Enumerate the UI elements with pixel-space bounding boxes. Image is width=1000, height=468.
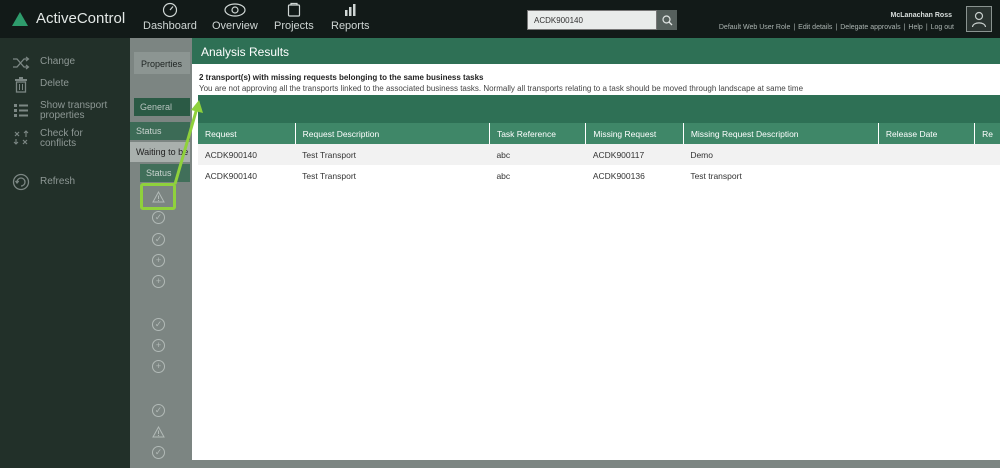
check-icon: ✓ <box>152 318 165 331</box>
trash-icon <box>15 77 27 93</box>
check-icon: ✓ <box>152 233 165 246</box>
nav-overview[interactable]: Overview <box>212 2 258 32</box>
user-icon <box>971 11 987 28</box>
cell-request: ACDK900140 <box>198 144 296 165</box>
nav-projects[interactable]: Projects <box>274 2 314 32</box>
link-separator: | <box>925 24 928 31</box>
cell-missing-request: ACDK900117 <box>585 144 684 165</box>
table-row[interactable]: ACDK900140 Test Transport abc ACDK900136… <box>198 165 1000 186</box>
cell-missing-request: ACDK900136 <box>585 165 684 186</box>
link-separator: | <box>793 24 796 31</box>
projects-icon <box>287 2 300 17</box>
warning-icon <box>152 425 165 438</box>
search-icon <box>661 14 672 25</box>
column-header-request[interactable]: Request <box>198 123 296 144</box>
cell-missing-request-description: Demo <box>683 144 879 165</box>
table-row[interactable]: ACDK900140 Test Transport abc ACDK900117… <box>198 144 1000 165</box>
cell-request: ACDK900140 <box>198 165 296 186</box>
results-table: Request Request Description Task Referen… <box>198 123 1000 186</box>
column-header-release-date[interactable]: Release Date <box>878 123 976 144</box>
logout-link[interactable]: Log out <box>931 24 954 31</box>
sidebar-item-label: Show transport properties <box>40 100 108 121</box>
help-link[interactable]: Help <box>908 24 922 31</box>
column-header-request-description[interactable]: Request Description <box>295 123 490 144</box>
plus-icon: + <box>152 275 165 288</box>
sidebar-item-label: Check for conflicts <box>40 128 83 149</box>
check-icon: ✓ <box>152 404 165 417</box>
cell-truncated <box>974 165 1000 186</box>
sidebar-item-show-transport-properties[interactable]: Show transport properties <box>12 101 122 121</box>
plus-icon: + <box>152 339 165 352</box>
cell-task-reference: abc <box>489 144 586 165</box>
dialog-title: Analysis Results <box>201 45 290 59</box>
list-icon <box>14 104 28 117</box>
edit-details-link[interactable]: Edit details <box>798 24 832 31</box>
user-links: Default Web User Role | Edit details | D… <box>719 24 954 31</box>
delegate-approvals-link[interactable]: Delegate approvals <box>840 24 900 31</box>
column-header-missing-request-description[interactable]: Missing Request Description <box>683 123 879 144</box>
logo[interactable]: ActiveControl <box>12 10 125 27</box>
cell-release-date <box>878 165 975 186</box>
sidebar-item-label: Change <box>40 56 76 67</box>
top-bar: ActiveControl Dashboard Overview Project… <box>0 0 1000 38</box>
properties-tab[interactable]: Properties <box>134 52 190 74</box>
conflicts-icon <box>13 130 29 145</box>
sidebar-item-delete[interactable]: Delete <box>12 76 69 94</box>
nav-projects-label: Projects <box>274 20 314 32</box>
cell-truncated <box>974 144 1000 165</box>
plus-icon: + <box>152 254 165 267</box>
nav-dashboard-label: Dashboard <box>143 20 197 32</box>
status-value: Waiting to be <box>130 142 190 162</box>
sidebar-item-change[interactable]: Change <box>12 54 75 72</box>
tab-general[interactable]: General <box>134 98 190 116</box>
column-header-truncated[interactable]: Re <box>974 123 1000 144</box>
sidebar-item-label: Refresh <box>40 176 76 187</box>
eye-icon <box>224 3 246 17</box>
analysis-results-dialog: Analysis Results 2 transport(s) with mis… <box>192 38 1000 460</box>
message-title: 2 transport(s) with missing requests bel… <box>199 73 484 82</box>
sidebar-item-check-conflicts[interactable]: Check for conflicts <box>12 129 122 149</box>
cell-request-description: Test Transport <box>295 165 490 186</box>
column-header-missing-request[interactable]: Missing Request <box>585 123 684 144</box>
message-body: You are not approving all the transports… <box>199 84 804 93</box>
table-header-row: Request Request Description Task Referen… <box>198 123 1000 144</box>
dashboard-gauge-icon <box>162 2 178 18</box>
nav-dashboard[interactable]: Dashboard <box>143 2 197 32</box>
dialog-title-bar: Analysis Results <box>192 38 1000 64</box>
status-column-header: Status <box>140 164 190 182</box>
user-role-link[interactable]: Default Web User Role <box>719 24 790 31</box>
cell-task-reference: abc <box>489 165 586 186</box>
plus-icon: + <box>152 360 165 373</box>
nav-reports-label: Reports <box>331 20 370 32</box>
link-separator: | <box>903 24 906 31</box>
status-header: Status <box>130 122 190 140</box>
avatar[interactable] <box>966 6 992 32</box>
column-header-task-reference[interactable]: Task Reference <box>489 123 587 144</box>
cell-request-description: Test Transport <box>295 144 490 165</box>
cell-missing-request-description: Test transport <box>683 165 879 186</box>
sidebar-item-refresh[interactable]: Refresh <box>12 173 75 191</box>
nav-reports[interactable]: Reports <box>331 2 370 32</box>
sidebar: Change Delete Show transport properties … <box>0 38 130 468</box>
refresh-icon <box>12 173 30 191</box>
results-toolbar <box>198 95 1000 123</box>
check-icon: ✓ <box>152 446 165 459</box>
cell-release-date <box>878 144 975 165</box>
search-button[interactable] <box>657 10 677 30</box>
bar-chart-icon <box>345 4 356 16</box>
link-separator: | <box>835 24 838 31</box>
app-title: ActiveControl <box>36 10 126 27</box>
shuffle-icon <box>13 56 30 70</box>
highlight-box <box>140 183 176 210</box>
check-icon: ✓ <box>152 211 165 224</box>
user-name: McLanachan Ross <box>890 12 952 19</box>
activecontrol-logo-icon <box>12 11 28 26</box>
nav-overview-label: Overview <box>212 20 258 32</box>
sidebar-item-label: Delete <box>40 78 69 89</box>
search-input[interactable]: ACDK900140 <box>527 10 657 30</box>
